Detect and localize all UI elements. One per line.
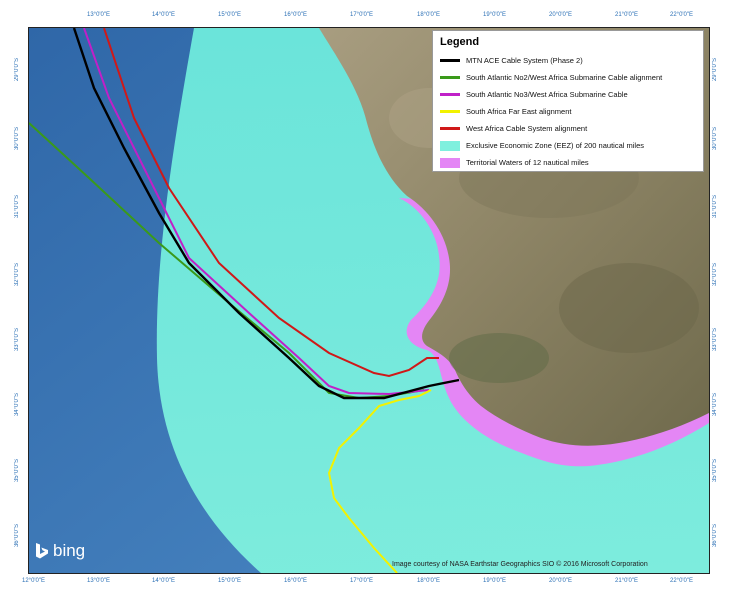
line-swatch-icon <box>440 89 460 100</box>
tick-right: 34°0'0"S <box>712 393 718 417</box>
map-frame: 13°0'0"E 14°0'0"E 15°0'0"E 16°0'0"E 17°0… <box>0 0 731 600</box>
legend-list: MTN ACE Cable System (Phase 2) South Atla… <box>440 52 696 171</box>
legend-item: Territorial Waters of 12 nautical miles <box>440 154 696 171</box>
legend-item-label: South Africa Far East alignment <box>466 107 572 116</box>
tick-top: 17°0'0"E <box>350 12 374 18</box>
tick-left: 31°0'0"S <box>14 195 20 219</box>
tick-right: 30°0'0"S <box>712 127 718 151</box>
tick-bottom: 20°0'0"E <box>549 578 573 584</box>
tick-right: 32°0'0"S <box>712 263 718 287</box>
legend-item: West Africa Cable System alignment <box>440 120 696 137</box>
tick-bottom: 17°0'0"E <box>350 578 374 584</box>
land-texture <box>449 333 549 383</box>
line-swatch-icon <box>440 72 460 83</box>
tick-left: 30°0'0"S <box>14 127 20 151</box>
tick-right: 33°0'0"S <box>712 328 718 352</box>
tick-left: 35°0'0"S <box>14 459 20 483</box>
bing-logo-icon <box>36 543 48 559</box>
legend-item: South Atlantic No3/West Africa Submarine… <box>440 86 696 103</box>
tick-left: 33°0'0"S <box>14 328 20 352</box>
legend-item-label: Exclusive Economic Zone (EEZ) of 200 nau… <box>466 141 644 150</box>
land-texture <box>559 263 699 353</box>
line-swatch-icon <box>440 106 460 117</box>
tick-bottom: 18°0'0"E <box>417 578 441 584</box>
legend-item: South Atlantic No2/West Africa Submarine… <box>440 69 696 86</box>
tick-right: 31°0'0"S <box>712 195 718 219</box>
tick-left: 32°0'0"S <box>14 263 20 287</box>
tick-top: 14°0'0"E <box>152 12 176 18</box>
tick-right: 35°0'0"S <box>712 459 718 483</box>
tick-bottom: 13°0'0"E <box>87 578 111 584</box>
area-swatch-icon <box>440 140 460 151</box>
tick-left: 29°0'0"S <box>14 58 20 82</box>
legend-item-label: South Atlantic No3/West Africa Submarine… <box>466 90 628 99</box>
line-swatch-icon <box>440 123 460 134</box>
tick-top: 18°0'0"E <box>417 12 441 18</box>
tick-top: 22°0'0"E <box>670 12 694 18</box>
legend-item: MTN ACE Cable System (Phase 2) <box>440 52 696 69</box>
tick-bottom: 14°0'0"E <box>152 578 176 584</box>
bing-wordmark: bing <box>53 541 86 560</box>
tick-left: 34°0'0"S <box>14 393 20 417</box>
area-swatch-icon <box>440 157 460 168</box>
legend-item-label: West Africa Cable System alignment <box>466 124 588 133</box>
legend-item-label: Territorial Waters of 12 nautical miles <box>466 158 589 167</box>
legend-item-label: MTN ACE Cable System (Phase 2) <box>466 56 583 65</box>
tick-right: 29°0'0"S <box>712 58 718 82</box>
tick-top: 16°0'0"E <box>284 12 308 18</box>
legend-item-label: South Atlantic No2/West Africa Submarine… <box>466 73 663 82</box>
bing-brand: bing <box>35 541 85 561</box>
tick-top: 13°0'0"E <box>87 12 111 18</box>
tick-top: 19°0'0"E <box>483 12 507 18</box>
legend-item: South Africa Far East alignment <box>440 103 696 120</box>
legend-item: Exclusive Economic Zone (EEZ) of 200 nau… <box>440 137 696 154</box>
tick-bottom: 22°0'0"E <box>670 578 694 584</box>
tick-left: 36°0'0"S <box>14 524 20 548</box>
map-legend: Legend MTN ACE Cable System (Phase 2) Sou… <box>432 30 704 172</box>
tick-bottom: 19°0'0"E <box>483 578 507 584</box>
imagery-credit: Image courtesy of NASA Earthstar Geograp… <box>392 561 648 568</box>
tick-top: 20°0'0"E <box>549 12 573 18</box>
tick-bottom: 21°0'0"E <box>615 578 639 584</box>
tick-bottom: 12°0'0"E <box>22 578 46 584</box>
tick-top: 15°0'0"E <box>218 12 242 18</box>
tick-bottom: 16°0'0"E <box>284 578 308 584</box>
tick-bottom: 15°0'0"E <box>218 578 242 584</box>
line-swatch-icon <box>440 55 460 66</box>
tick-top: 21°0'0"E <box>615 12 639 18</box>
legend-title: Legend <box>440 36 480 48</box>
tick-right: 36°0'0"S <box>712 524 718 548</box>
